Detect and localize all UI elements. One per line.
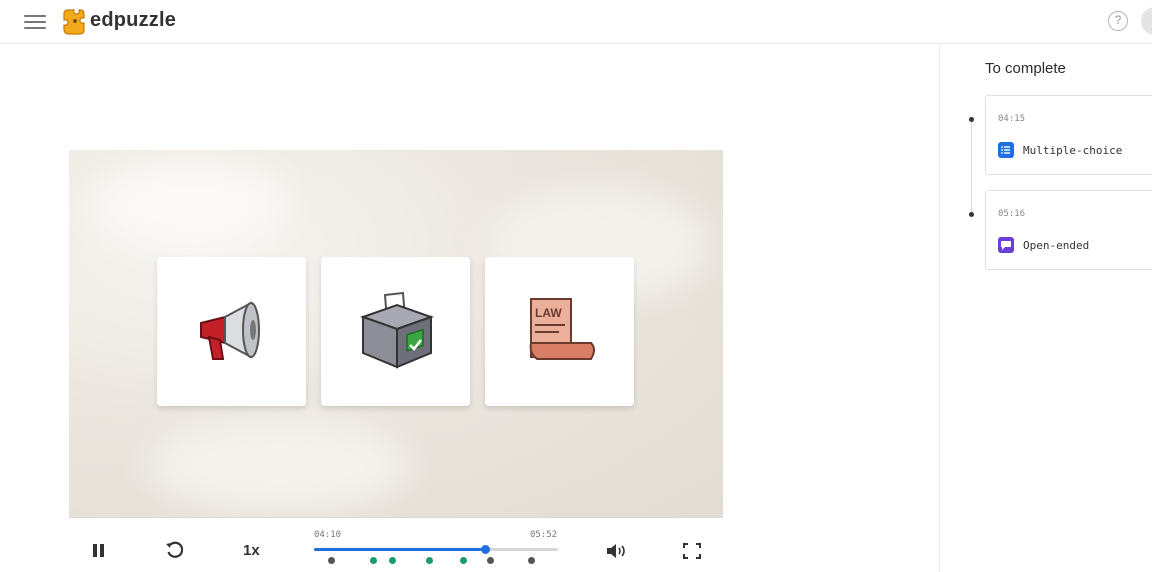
list-icon [998,142,1014,158]
question-marker[interactable] [328,557,336,564]
video-player[interactable]: LAW [69,150,723,517]
timeline-dot [969,212,974,217]
question-time: 04:15 [998,114,1026,124]
hamburger-icon[interactable] [24,12,46,32]
rewind-icon[interactable] [165,541,183,559]
time-end: 05:52 [530,530,558,540]
pause-icon[interactable] [92,543,106,558]
fullscreen-icon[interactable] [683,543,701,559]
top-bar: edpuzzle ? [0,0,1152,44]
sidebar-divider [939,44,940,572]
question-marker[interactable] [425,557,433,564]
time-start: 04:10 [314,530,342,540]
edpuzzle-logo-icon[interactable] [60,8,86,36]
question-card-open-ended[interactable]: 05:16 Open-ended [985,190,1152,270]
progress-track[interactable] [314,545,558,554]
law-scroll-card: LAW [485,257,634,406]
question-marker[interactable] [369,557,377,564]
brand-name[interactable]: edpuzzle [90,9,176,32]
help-icon[interactable]: ? [1108,11,1128,31]
sidebar-title: To complete [985,60,1066,77]
question-time: 05:16 [998,209,1026,219]
law-scroll-icon: LAW [529,298,595,360]
question-marker[interactable] [486,557,494,564]
chat-bubble-icon [998,237,1014,253]
ballot-box-card [321,257,470,406]
avatar[interactable] [1141,7,1152,35]
question-marker[interactable] [459,557,467,564]
question-type: Multiple-choice [1023,144,1123,157]
question-marker[interactable] [528,557,536,564]
timeline-dot [969,117,974,122]
law-text: LAW [535,306,562,320]
question-marker[interactable] [389,557,397,564]
playback-speed-button[interactable]: 1x [243,542,260,559]
megaphone-icon [200,301,260,360]
megaphone-card [157,257,306,406]
progress-thumb[interactable] [480,545,490,554]
progress-fill [314,548,485,551]
volume-icon[interactable] [605,542,631,560]
player-controls: 1x 04:10 05:52 [69,517,723,572]
question-type: Open-ended [1023,239,1090,252]
timeline-line [971,118,972,216]
question-card-multiple-choice[interactable]: 04:15 Multiple-choice [985,95,1152,175]
ballot-box-icon [359,291,435,369]
